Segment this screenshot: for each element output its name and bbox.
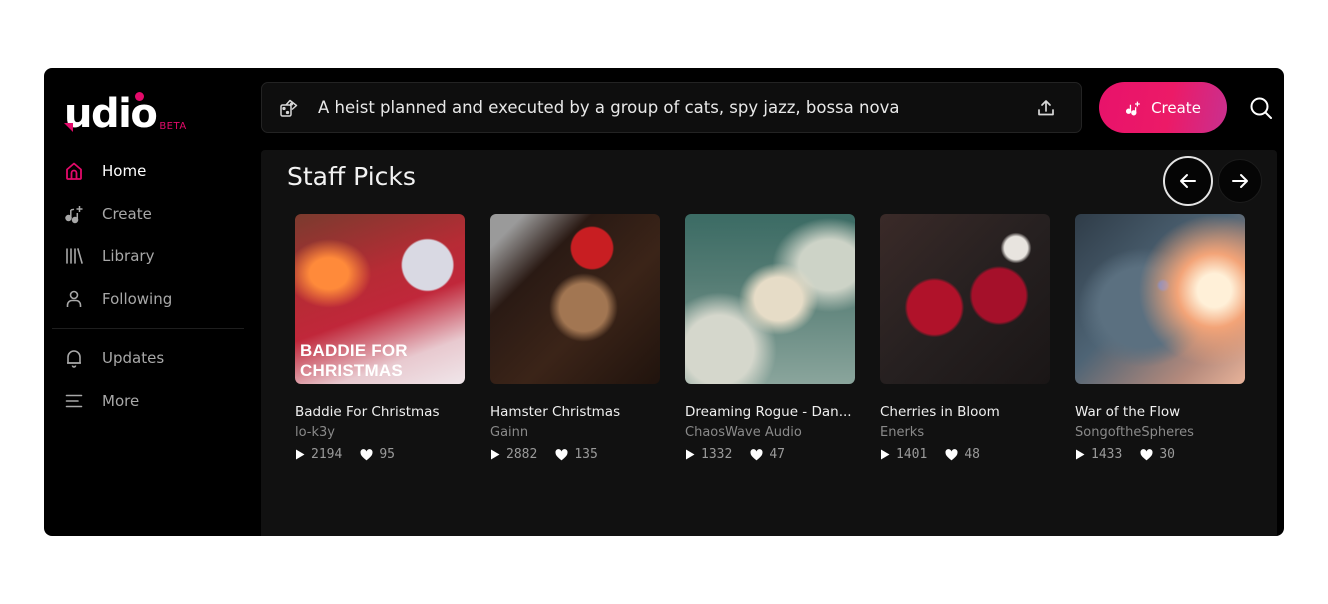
- heart-icon: [945, 448, 958, 460]
- sidebar-item-label: Library: [102, 247, 155, 266]
- heart-icon: [750, 448, 763, 460]
- track-title[interactable]: Dreaming Rogue - Dan...: [685, 404, 855, 420]
- like-count: 30: [1140, 447, 1175, 462]
- play-icon: [881, 449, 890, 460]
- arrow-right-icon: [1232, 174, 1248, 188]
- track-cover-image[interactable]: BADDIE FOR CHRISTMAS: [295, 214, 465, 384]
- sidebar-item-following[interactable]: Following: [44, 278, 254, 321]
- app-window: udio BETA Home Create Library Following …: [44, 68, 1284, 536]
- like-count: 47: [750, 447, 785, 462]
- play-count-value: 2882: [506, 447, 538, 462]
- upload-icon[interactable]: [1035, 97, 1057, 119]
- logo-accent: [64, 123, 73, 132]
- like-count-value: 95: [379, 447, 395, 462]
- section-title: Staff Picks: [287, 162, 416, 191]
- track-artist[interactable]: ChaosWave Audio: [685, 425, 855, 440]
- like-count-value: 47: [769, 447, 785, 462]
- track-cover-image[interactable]: [685, 214, 855, 384]
- like-count-value: 30: [1159, 447, 1175, 462]
- play-count-value: 1401: [896, 447, 928, 462]
- cover-overlay-text: BADDIE FOR CHRISTMAS: [300, 341, 408, 380]
- track-carousel: BADDIE FOR CHRISTMAS Baddie For Christma…: [295, 214, 1245, 462]
- like-count: 135: [555, 447, 598, 462]
- track-card[interactable]: BADDIE FOR CHRISTMAS Baddie For Christma…: [295, 214, 465, 462]
- play-count: 1433: [1075, 447, 1122, 462]
- track-title[interactable]: Hamster Christmas: [490, 404, 660, 420]
- like-count: 48: [945, 447, 980, 462]
- track-stats: 2882 135: [490, 447, 660, 462]
- track-artist[interactable]: lo-k3y: [295, 425, 465, 440]
- user-icon: [64, 289, 84, 309]
- play-count-value: 1433: [1091, 447, 1123, 462]
- bell-icon: [64, 348, 84, 368]
- sidebar-item-home[interactable]: Home: [44, 150, 254, 193]
- track-stats: 1433 30: [1075, 447, 1245, 462]
- sidebar: udio BETA Home Create Library Following …: [44, 68, 254, 536]
- heart-icon: [1140, 448, 1153, 460]
- heart-icon: [555, 448, 568, 460]
- track-card[interactable]: War of the Flow SongoftheSpheres 1433 30: [1075, 214, 1245, 462]
- track-artist[interactable]: Gainn: [490, 425, 660, 440]
- beta-badge: BETA: [159, 121, 187, 132]
- track-card[interactable]: Dreaming Rogue - Dan... ChaosWave Audio …: [685, 214, 855, 462]
- like-count: 95: [360, 447, 395, 462]
- logo-dot: [135, 92, 144, 101]
- play-icon: [1076, 449, 1085, 460]
- home-icon: [64, 161, 84, 181]
- like-count-value: 135: [574, 447, 598, 462]
- track-card[interactable]: Hamster Christmas Gainn 2882 135: [490, 214, 660, 462]
- arrow-left-icon: [1180, 174, 1196, 188]
- sidebar-item-label: Create: [102, 204, 152, 223]
- music-plus-icon: [64, 204, 84, 224]
- create-button-label: Create: [1151, 98, 1201, 117]
- heart-icon: [360, 448, 373, 460]
- search-icon[interactable]: [1248, 95, 1274, 121]
- track-cover-image[interactable]: [880, 214, 1050, 384]
- sidebar-item-updates[interactable]: Updates: [44, 337, 254, 380]
- sidebar-item-create[interactable]: Create: [44, 193, 254, 236]
- sidebar-item-label: Following: [102, 289, 173, 308]
- dice-icon[interactable]: [278, 97, 300, 119]
- play-icon: [491, 449, 500, 460]
- staff-picks-section: Staff Picks BADDIE FOR CHRISTMAS Baddie …: [261, 150, 1277, 536]
- play-count: 2882: [490, 447, 537, 462]
- track-cover-image[interactable]: [490, 214, 660, 384]
- play-icon: [296, 449, 305, 460]
- carousel-prev-button[interactable]: [1163, 156, 1213, 206]
- track-stats: 2194 95: [295, 447, 465, 462]
- menu-icon: [64, 391, 84, 411]
- library-icon: [64, 246, 84, 266]
- track-cover-image[interactable]: [1075, 214, 1245, 384]
- track-title[interactable]: Cherries in Bloom: [880, 404, 1050, 420]
- play-count-value: 2194: [311, 447, 343, 462]
- prompt-bar: [261, 82, 1082, 133]
- play-count: 1401: [880, 447, 927, 462]
- play-count: 1332: [685, 447, 732, 462]
- track-stats: 1332 47: [685, 447, 855, 462]
- udio-logo[interactable]: udio BETA: [64, 92, 187, 134]
- track-artist[interactable]: Enerks: [880, 425, 1050, 440]
- sidebar-item-label: Updates: [102, 349, 165, 368]
- play-count: 2194: [295, 447, 342, 462]
- sidebar-item-label: Home: [102, 162, 147, 181]
- track-title[interactable]: Baddie For Christmas: [295, 404, 465, 420]
- music-plus-icon: [1126, 101, 1140, 115]
- carousel-next-button[interactable]: [1218, 159, 1262, 203]
- play-icon: [686, 449, 695, 460]
- sidebar-nav: Home Create Library Following Updates Mo…: [44, 150, 254, 422]
- sidebar-divider: [52, 328, 244, 329]
- track-artist[interactable]: SongoftheSpheres: [1075, 425, 1245, 440]
- track-card[interactable]: Cherries in Bloom Enerks 1401 48: [880, 214, 1050, 462]
- sidebar-item-label: More: [102, 391, 140, 410]
- sidebar-item-library[interactable]: Library: [44, 235, 254, 278]
- track-title[interactable]: War of the Flow: [1075, 404, 1245, 420]
- prompt-input[interactable]: [318, 98, 1035, 117]
- track-stats: 1401 48: [880, 447, 1050, 462]
- logo-wordmark: udio: [64, 92, 158, 134]
- create-button[interactable]: Create: [1099, 82, 1227, 133]
- play-count-value: 1332: [701, 447, 733, 462]
- sidebar-item-more[interactable]: More: [44, 380, 254, 423]
- like-count-value: 48: [964, 447, 980, 462]
